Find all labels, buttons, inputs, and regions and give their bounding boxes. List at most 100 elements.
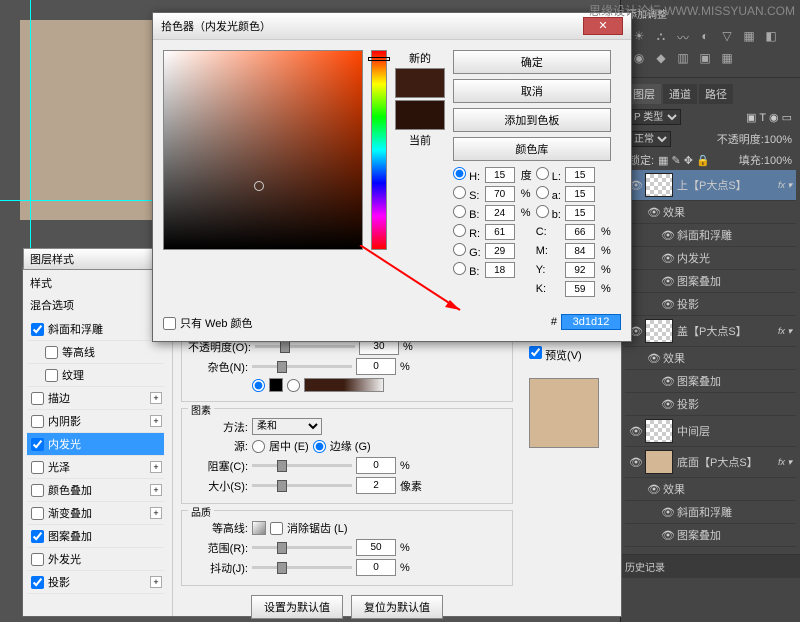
exposure-icon[interactable]: ◐	[697, 29, 713, 45]
style-checkbox[interactable]	[31, 323, 44, 336]
visibility-icon[interactable]: 👁	[647, 483, 659, 496]
paths-tab[interactable]: 路径	[699, 84, 733, 104]
g-radio[interactable]	[453, 243, 466, 256]
invert-icon[interactable]: ▣	[697, 51, 713, 67]
style-checkbox[interactable]	[31, 530, 44, 543]
layer-row[interactable]: 👁背景	[625, 547, 796, 550]
style-item-1[interactable]: 等高线	[27, 341, 164, 364]
layer-row[interactable]: 👁图案叠加	[625, 370, 796, 393]
s-radio[interactable]	[453, 186, 466, 199]
style-item-7[interactable]: 颜色叠加+	[27, 479, 164, 502]
hue-icon[interactable]: ▦	[741, 29, 757, 45]
h-input[interactable]	[485, 167, 515, 183]
style-item-4[interactable]: 内阴影+	[27, 410, 164, 433]
visibility-icon[interactable]: 👁	[661, 375, 673, 388]
layer-row[interactable]: 👁图案叠加	[625, 270, 796, 293]
g-input[interactable]	[485, 243, 515, 259]
styles-header[interactable]: 样式	[27, 272, 164, 294]
history-panel-header[interactable]: 历史记录	[621, 555, 800, 578]
layer-row[interactable]: 👁中间层	[625, 416, 796, 447]
style-item-6[interactable]: 光泽+	[27, 456, 164, 479]
layer-row[interactable]: 👁效果	[625, 201, 796, 224]
style-checkbox[interactable]	[45, 346, 58, 359]
layer-row[interactable]: 👁底面【P大点S】fx ▾	[625, 447, 796, 478]
source-center-radio[interactable]	[252, 440, 265, 453]
layer-row[interactable]: 👁投影	[625, 293, 796, 316]
close-button[interactable]: ✕	[583, 17, 623, 35]
visibility-icon[interactable]: 👁	[629, 425, 641, 438]
brightness-icon[interactable]: ☀	[631, 29, 647, 45]
preview-checkbox[interactable]: 预览(V)	[529, 346, 613, 363]
photo-filter-icon[interactable]: ◉	[631, 51, 647, 67]
solid-radio[interactable]	[252, 379, 265, 392]
l-input[interactable]	[565, 167, 595, 183]
bb-input[interactable]	[565, 205, 595, 221]
fx-badge[interactable]: fx ▾	[778, 326, 792, 337]
a-input[interactable]	[565, 186, 595, 202]
visibility-icon[interactable]: 👁	[661, 298, 673, 311]
fx-add-icon[interactable]: +	[150, 392, 162, 404]
blend-options-header[interactable]: 混合选项	[27, 294, 164, 316]
layer-row[interactable]: 👁上【P大点S】fx ▾	[625, 170, 796, 201]
layer-thumbnail[interactable]	[645, 450, 673, 474]
channels-tab[interactable]: 通道	[663, 84, 697, 104]
style-checkbox[interactable]	[45, 369, 58, 382]
web-colors-checkbox[interactable]: 只有 Web 颜色	[163, 315, 253, 331]
levels-icon[interactable]: ⛬	[653, 29, 669, 45]
fx-badge[interactable]: fx ▾	[778, 457, 792, 468]
contour-picker[interactable]	[252, 521, 266, 535]
add-swatch-button[interactable]: 添加到色板	[453, 108, 611, 132]
range-slider[interactable]	[252, 546, 352, 549]
choke-input[interactable]	[356, 457, 396, 474]
style-item-2[interactable]: 纹理	[27, 364, 164, 387]
blend-mode-select[interactable]: 正常	[629, 131, 671, 147]
style-checkbox[interactable]	[31, 438, 44, 451]
visibility-icon[interactable]: 👁	[661, 506, 673, 519]
fx-add-icon[interactable]: +	[150, 415, 162, 427]
hue-slider[interactable]	[371, 50, 387, 250]
layer-row[interactable]: 👁图案叠加	[625, 524, 796, 547]
ok-button[interactable]: 确定	[453, 50, 611, 74]
size-slider[interactable]	[252, 484, 352, 487]
fx-badge[interactable]: fx ▾	[778, 180, 792, 191]
layer-row[interactable]: 👁效果	[625, 347, 796, 370]
style-item-9[interactable]: 图案叠加	[27, 525, 164, 548]
source-edge-radio[interactable]	[313, 440, 326, 453]
r-input[interactable]	[485, 224, 515, 240]
layer-thumbnail[interactable]	[645, 419, 673, 443]
curves-icon[interactable]: 〰	[675, 29, 691, 45]
hex-input[interactable]	[561, 314, 621, 330]
visibility-icon[interactable]: 👁	[661, 398, 673, 411]
layer-row[interactable]: 👁投影	[625, 393, 796, 416]
layer-row[interactable]: 👁斜面和浮雕	[625, 501, 796, 524]
style-item-8[interactable]: 渐变叠加+	[27, 502, 164, 525]
visibility-icon[interactable]: 👁	[647, 206, 659, 219]
style-item-11[interactable]: 投影+	[27, 571, 164, 594]
color-libraries-button[interactable]: 颜色库	[453, 137, 611, 161]
bb-radio[interactable]	[536, 205, 549, 218]
posterize-icon[interactable]: ▦	[719, 51, 735, 67]
style-item-10[interactable]: 外发光	[27, 548, 164, 571]
style-checkbox[interactable]	[31, 507, 44, 520]
dialog-titlebar[interactable]: 拾色器（内发光颜色） ✕	[153, 13, 631, 40]
style-checkbox[interactable]	[31, 576, 44, 589]
fx-add-icon[interactable]: +	[150, 484, 162, 496]
cancel-button[interactable]: 取消	[453, 79, 611, 103]
style-checkbox[interactable]	[31, 553, 44, 566]
y-input[interactable]	[565, 262, 595, 278]
vibrance-icon[interactable]: ▽	[719, 29, 735, 45]
visibility-icon[interactable]: 👁	[661, 229, 673, 242]
s-input[interactable]	[485, 186, 515, 202]
visibility-icon[interactable]: 👁	[647, 352, 659, 365]
style-item-5[interactable]: 内发光	[27, 433, 164, 456]
c-input[interactable]	[565, 224, 595, 240]
layer-thumbnail[interactable]	[645, 173, 673, 197]
style-item-0[interactable]: 斜面和浮雕	[27, 318, 164, 341]
l-radio[interactable]	[536, 167, 549, 180]
layer-row[interactable]: 👁效果	[625, 478, 796, 501]
method-select[interactable]: 柔和	[252, 418, 322, 435]
visibility-icon[interactable]: 👁	[661, 275, 673, 288]
style-checkbox[interactable]	[31, 392, 44, 405]
visibility-icon[interactable]: 👁	[629, 456, 641, 469]
lookup-icon[interactable]: ▥	[675, 51, 691, 67]
